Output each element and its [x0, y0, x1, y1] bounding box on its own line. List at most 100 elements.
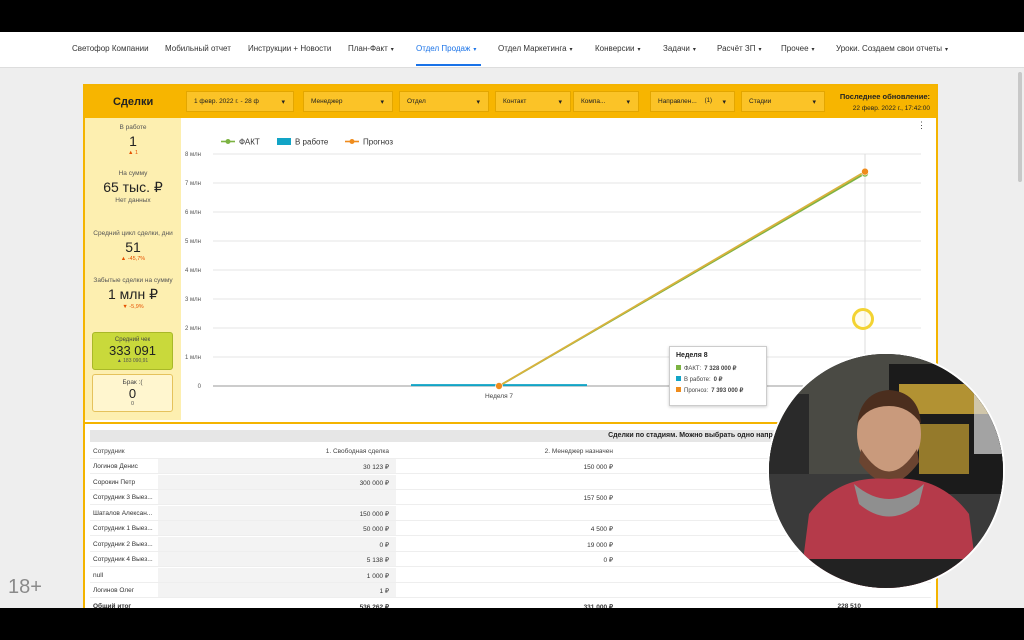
- last-update-value: 22 февр. 2022 г., 17:42:00: [852, 105, 930, 112]
- kpi-delta: ▲ -45,7%: [120, 256, 146, 262]
- legend-swatch-dot: [349, 139, 355, 144]
- tooltip-key: В работе:: [684, 377, 711, 383]
- table-cell: 30 123 ₽: [363, 464, 389, 471]
- table-cell: 4 500 ₽: [590, 526, 613, 533]
- filter-dropdown-5[interactable]: Направлен... (1) ▾: [650, 91, 735, 112]
- table-cell: 157 500 ₽: [583, 495, 613, 502]
- chart-menu-icon[interactable]: ⋮: [917, 120, 926, 131]
- active-tab-underline: [416, 64, 481, 66]
- chevron-down-icon: ▾: [558, 99, 562, 106]
- filter-label: Компа...: [581, 98, 606, 105]
- cell-background: [158, 567, 396, 582]
- kpi-note: Нет данных: [115, 197, 151, 204]
- tooltip-key: Прогноз:: [684, 388, 709, 394]
- legend-label: Прогноз: [363, 138, 393, 147]
- kpi-label: На сумму: [118, 170, 148, 177]
- table-row: Логинов Олег 1 ₽: [90, 583, 931, 598]
- column-header: Сотрудник: [93, 448, 125, 455]
- kpi-label: Забытые сделки на сумму: [93, 277, 173, 284]
- chevron-down-icon: ▾: [811, 47, 815, 53]
- page-scrollbar[interactable]: [1018, 72, 1022, 182]
- nav-tab-0[interactable]: Светофор Компании: [72, 44, 149, 53]
- data-point: [861, 167, 869, 176]
- top-navigation: Светофор Компании Мобильный отчет Инструкц…: [0, 32, 1024, 68]
- table-cell: Сотрудник 4 Выез...: [93, 556, 153, 563]
- nav-tab-6[interactable]: Конверсии ▾: [595, 44, 641, 53]
- last-update-label: Последнее обновление:: [839, 92, 930, 101]
- filter-label: Менеджер: [311, 98, 343, 105]
- cell-background: [158, 552, 396, 566]
- nav-tab-label: Прочее: [781, 44, 809, 53]
- filter-label: Отдел: [407, 98, 426, 105]
- filter-dropdown-4[interactable]: Компа... ▾: [573, 91, 639, 112]
- table-total-row: Общий итог 536 262 ₽ 331 000 ₽ 228 510: [90, 599, 931, 609]
- y-tick-label: 8 млн: [185, 152, 201, 158]
- chevron-down-icon: ▾: [473, 47, 477, 53]
- table-cell: 150 000 ₽: [583, 464, 613, 471]
- table-cell: 300 000 ₽: [359, 479, 389, 487]
- filter-label: 1 февр. 2022 г. - 28 ф: [194, 98, 259, 105]
- presenter-webcam: [767, 352, 1005, 590]
- legend-swatch-dot: [225, 139, 231, 144]
- table-cell: 5 138 ₽: [366, 557, 389, 564]
- tooltip-key: ФАКТ:: [684, 366, 702, 372]
- table-cell: Сотрудник 3 Выез...: [93, 494, 153, 501]
- nav-tab-2[interactable]: Инструкции + Новости: [248, 44, 331, 53]
- chevron-down-icon: ▾: [281, 99, 285, 106]
- kpi-delta: ▼ -5,9%: [122, 304, 144, 310]
- table-cell: 331 000 ₽: [583, 603, 613, 609]
- nav-tab-label: Отдел Маркетинга: [498, 44, 567, 53]
- filter-dropdown-2[interactable]: Отдел ▾: [399, 91, 489, 112]
- table-cell: 536 262 ₽: [359, 603, 389, 609]
- chevron-down-icon: ▾: [380, 99, 384, 106]
- kpi-value: 65 тыс. ₽: [103, 179, 163, 195]
- kpi-forgotten: Забытые сделки на сумму 1 млн ₽ ▼ -5,9%: [85, 277, 181, 310]
- filter-label: Контакт: [503, 98, 527, 105]
- filter-dropdown-0[interactable]: 1 февр. 2022 г. - 28 ф ▾: [186, 91, 294, 112]
- y-tick-label: 0: [198, 384, 202, 390]
- kpi-note: 0: [130, 401, 135, 407]
- cell-background: [158, 459, 396, 473]
- cell-background: [158, 536, 396, 551]
- kpi-value: 1: [129, 133, 137, 149]
- column-header: 1. Свободная сделка: [325, 448, 389, 455]
- table-cell: Логинов Денис: [93, 463, 138, 470]
- nav-tab-label: Отдел Продаж: [416, 44, 471, 53]
- chart-tooltip: Неделя 8 ФАКТ: 7 328 000 ₽ В работе: 0 ₽ Про…: [669, 346, 767, 406]
- kpi-value: 0: [128, 386, 137, 401]
- nav-tab-7[interactable]: Задачи ▾: [663, 44, 696, 53]
- cell-background: [158, 490, 396, 504]
- filter-label: Направлен...: [658, 98, 697, 105]
- kpi-delta: ▲ 183 090,91: [116, 358, 149, 364]
- kpi-label: Средний цикл сделки, дни: [93, 230, 173, 237]
- kpi-cycle: Средний цикл сделки, дни 51 ▲ -45,7%: [85, 230, 181, 262]
- kpi-brak: Брак :( 0 0: [92, 374, 173, 412]
- chevron-down-icon: ▾: [722, 99, 726, 106]
- table-cell: 228 510: [837, 602, 862, 609]
- table-cell: 0 ₽: [379, 541, 389, 549]
- nav-tab-4[interactable]: Отдел Продаж ▾: [416, 44, 476, 53]
- kpi-avg-check: Средний чек 333 091 ▲ 183 090,91: [92, 332, 173, 370]
- table-cell: 150 000 ₽: [359, 510, 389, 518]
- filter-dropdown-1[interactable]: Менеджер ▾: [303, 91, 393, 112]
- nav-tab-1[interactable]: Мобильный отчет: [165, 44, 231, 53]
- filter-dropdown-3[interactable]: Контакт ▾: [495, 91, 571, 112]
- nav-tab-9[interactable]: Прочее ▾: [781, 44, 815, 53]
- chevron-down-icon: ▾: [692, 47, 696, 53]
- filter-dropdown-6[interactable]: Стадии ▾: [741, 91, 825, 112]
- chevron-down-icon: ▾: [758, 47, 762, 53]
- nav-tab-8[interactable]: Расчёт ЗП ▾: [717, 44, 762, 53]
- legend-label: В работе: [295, 138, 329, 147]
- nav-tab-label: Конверсии: [595, 44, 635, 53]
- legend-square-icon: [676, 387, 681, 392]
- nav-tab-5[interactable]: Отдел Маркетинга ▾: [498, 44, 573, 53]
- table-cell: null: [93, 571, 104, 579]
- filter-count-badge: (1): [704, 98, 712, 104]
- presenter-image: [769, 354, 1003, 588]
- nav-tab-10[interactable]: Уроки. Создаем свои отчеты ▾: [836, 44, 948, 53]
- nav-tab-3[interactable]: План-Факт ▾: [348, 44, 394, 53]
- kpi-in-work: В работе 1 ▲ 1: [85, 124, 181, 156]
- tooltip-row: ФАКТ: 7 328 000 ₽: [676, 365, 760, 372]
- table-cell: Общий итог: [93, 602, 132, 609]
- tooltip-title: Неделя 8: [676, 352, 708, 359]
